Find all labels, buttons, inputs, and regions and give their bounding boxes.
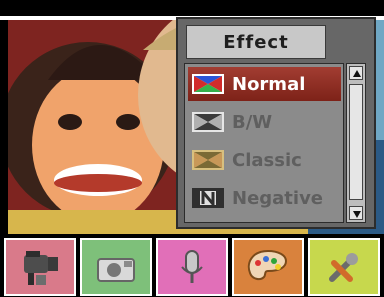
effect-list: Normal B/W Classic Negative <box>184 63 344 223</box>
audio-mode-button[interactable] <box>156 238 228 296</box>
scroll-up-button[interactable] <box>349 66 363 80</box>
top-status-bar <box>0 0 384 16</box>
effect-item-normal[interactable]: Normal <box>188 67 341 101</box>
video-camera-icon <box>24 251 58 285</box>
effect-menu-title: Effect <box>223 31 289 53</box>
settings-mode-button[interactable] <box>308 238 380 296</box>
camera-screen: Effect Normal B/W Classic Negative <box>0 0 384 297</box>
negative-effect-icon <box>192 187 224 209</box>
tools-icon <box>329 253 358 282</box>
video-mode-button[interactable] <box>4 238 76 296</box>
effect-menu-panel: Effect Normal B/W Classic Negative <box>176 17 376 229</box>
camera-icon <box>97 258 135 282</box>
classic-effect-icon <box>192 150 224 170</box>
effect-item-bw[interactable]: B/W <box>188 105 341 139</box>
effect-item-label: B/W <box>232 111 273 133</box>
scroll-down-button[interactable] <box>349 206 363 220</box>
effect-item-classic[interactable]: Classic <box>188 143 341 177</box>
mode-toolbar <box>0 234 384 297</box>
microphone-icon <box>181 250 203 283</box>
photo-mode-button[interactable] <box>80 238 152 296</box>
palette-icon <box>247 249 288 281</box>
effect-scrollbar[interactable] <box>346 63 366 223</box>
effect-item-label: Classic <box>232 149 302 171</box>
bw-effect-icon <box>192 112 224 132</box>
effect-item-negative[interactable]: Negative <box>188 181 341 215</box>
scroll-thumb[interactable] <box>349 84 363 200</box>
effect-item-label: Normal <box>232 73 306 95</box>
effect-item-label: Negative <box>232 187 324 209</box>
effect-menu-header: Effect <box>186 25 326 59</box>
normal-effect-icon <box>192 74 224 94</box>
effect-mode-button[interactable] <box>232 238 304 296</box>
left-border <box>0 20 8 234</box>
